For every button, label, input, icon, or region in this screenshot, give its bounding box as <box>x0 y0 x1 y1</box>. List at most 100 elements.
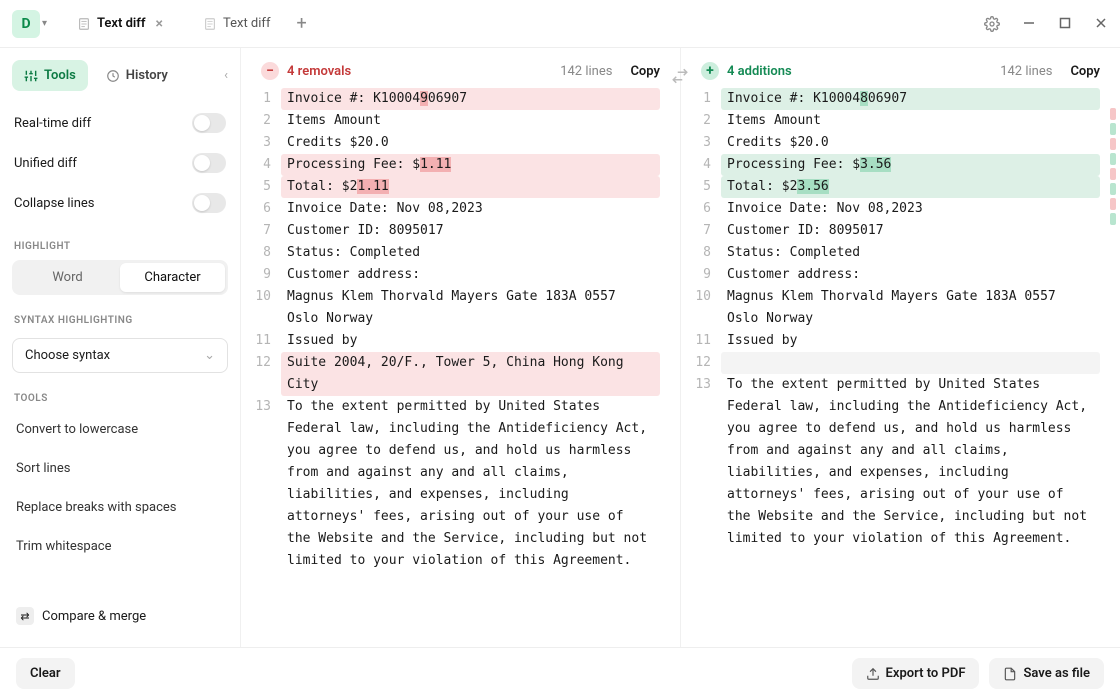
tool-trim-whitespace[interactable]: Trim whitespace <box>12 529 228 564</box>
line-text[interactable]: Processing Fee: $3.56 <box>721 154 1100 176</box>
document-icon <box>77 17 91 31</box>
copy-right-button[interactable]: Copy <box>1070 64 1100 79</box>
tab-label: Text diff <box>223 16 270 31</box>
syntax-select[interactable]: Choose syntax ⌄ <box>12 338 228 373</box>
code-line: 8Status: Completed <box>681 242 1100 264</box>
compare-icon: ⇄ <box>16 607 34 625</box>
line-text[interactable]: Credits $20.0 <box>281 132 660 154</box>
line-text[interactable]: Status: Completed <box>281 242 660 264</box>
swap-button[interactable] <box>668 64 692 88</box>
highlight-character[interactable]: Character <box>120 263 225 292</box>
code-line: 4Processing Fee: $3.56 <box>681 154 1100 176</box>
export-pdf-button[interactable]: Export to PDF <box>852 658 980 689</box>
line-text[interactable]: Invoice Date: Nov 08,2023 <box>281 198 660 220</box>
sidebar: Tools History ‹ Real-time diff Unified d… <box>0 48 240 647</box>
save-file-button[interactable]: Save as file <box>989 658 1104 689</box>
line-text[interactable]: Total: $21.11 <box>281 176 660 198</box>
line-text[interactable]: Total: $23.56 <box>721 176 1100 198</box>
collapse-toggle[interactable] <box>192 193 226 213</box>
line-number: 2 <box>241 110 281 132</box>
line-text[interactable]: Credits $20.0 <box>721 132 1100 154</box>
highlight-segmented: Word Character <box>12 260 228 295</box>
line-number: 4 <box>681 154 721 176</box>
line-text[interactable]: Status: Completed <box>721 242 1100 264</box>
plus-icon: + <box>701 62 719 80</box>
unified-toggle[interactable] <box>192 153 226 173</box>
history-tab[interactable]: History <box>94 60 180 91</box>
tab-label: Text diff <box>97 16 146 31</box>
line-number: 5 <box>681 176 721 198</box>
code-line: 13To the extent permitted by United Stat… <box>241 396 660 572</box>
line-text[interactable]: To the extent permitted by United States… <box>281 396 660 572</box>
line-text[interactable]: Invoice Date: Nov 08,2023 <box>721 198 1100 220</box>
app-menu-chevron-icon[interactable]: ▾ <box>42 18 47 29</box>
option-collapse-lines: Collapse lines <box>12 185 228 221</box>
tools-tab[interactable]: Tools <box>12 60 88 91</box>
line-number: 6 <box>681 198 721 220</box>
realtime-toggle[interactable] <box>192 113 226 133</box>
code-line: 6Invoice Date: Nov 08,2023 <box>241 198 660 220</box>
line-number: 10 <box>241 286 281 330</box>
line-text[interactable]: Items Amount <box>721 110 1100 132</box>
new-tab-button[interactable]: + <box>296 13 306 34</box>
right-code[interactable]: 1Invoice #: K100048069072Items Amount3Cr… <box>681 88 1120 647</box>
line-text[interactable]: Invoice #: K10004806907 <box>721 88 1100 110</box>
line-text[interactable]: Customer ID: 8095017 <box>281 220 660 242</box>
line-text[interactable]: Magnus Klem Thorvald Mayers Gate 183A 05… <box>721 286 1100 330</box>
line-number: 10 <box>681 286 721 330</box>
file-icon <box>1003 667 1017 681</box>
line-number: 9 <box>241 264 281 286</box>
code-line: 4Processing Fee: $1.11 <box>241 154 660 176</box>
left-code[interactable]: 1Invoice #: K100049069072Items Amount3Cr… <box>241 88 680 647</box>
highlight-section-label: HIGHLIGHT <box>12 235 228 256</box>
line-number: 8 <box>681 242 721 264</box>
code-line: 8Status: Completed <box>241 242 660 264</box>
code-line: 11Issued by <box>241 330 660 352</box>
line-text[interactable]: To the extent permitted by United States… <box>721 374 1100 550</box>
line-text[interactable]: Items Amount <box>281 110 660 132</box>
line-number: 6 <box>241 198 281 220</box>
sliders-icon <box>24 69 38 83</box>
code-line: 1Invoice #: K10004806907 <box>681 88 1100 110</box>
line-number: 3 <box>241 132 281 154</box>
line-text[interactable]: Issued by <box>281 330 660 352</box>
code-line: 12 <box>681 352 1100 374</box>
compare-merge-button[interactable]: ⇄ Compare & merge <box>12 597 228 635</box>
code-line: 9Customer address: <box>681 264 1100 286</box>
tab-text-diff-2[interactable]: Text diff <box>193 10 280 37</box>
line-text[interactable]: Suite 2004, 20/F., Tower 5, China Hong K… <box>281 352 660 396</box>
app-icon[interactable]: D <box>12 10 40 38</box>
line-number: 7 <box>681 220 721 242</box>
line-text[interactable]: Invoice #: K10004906907 <box>281 88 660 110</box>
tools-section-label: TOOLS <box>12 387 228 408</box>
code-line: 10Magnus Klem Thorvald Mayers Gate 183A … <box>681 286 1100 330</box>
close-icon[interactable]: × <box>156 16 163 32</box>
line-text[interactable] <box>721 352 1100 374</box>
minimap[interactable] <box>1110 108 1116 225</box>
line-text[interactable]: Issued by <box>721 330 1100 352</box>
left-line-count: 142 lines <box>560 64 612 79</box>
code-line: 3Credits $20.0 <box>681 132 1100 154</box>
tool-replace-breaks[interactable]: Replace breaks with spaces <box>12 490 228 525</box>
line-number: 11 <box>241 330 281 352</box>
copy-left-button[interactable]: Copy <box>630 64 660 79</box>
upload-icon <box>866 667 880 681</box>
tool-convert-lowercase[interactable]: Convert to lowercase <box>12 412 228 447</box>
chevron-left-icon[interactable]: ‹ <box>224 68 228 83</box>
tool-sort-lines[interactable]: Sort lines <box>12 451 228 486</box>
code-line: 13To the extent permitted by United Stat… <box>681 374 1100 550</box>
minimize-button[interactable] <box>1022 16 1036 32</box>
line-text[interactable]: Customer address: <box>281 264 660 286</box>
line-text[interactable]: Customer address: <box>721 264 1100 286</box>
tab-text-diff-1[interactable]: Text diff × <box>67 10 173 38</box>
settings-icon[interactable] <box>984 16 1000 32</box>
line-text[interactable]: Customer ID: 8095017 <box>721 220 1100 242</box>
highlight-word[interactable]: Word <box>15 263 120 292</box>
maximize-button[interactable] <box>1058 16 1072 32</box>
line-text[interactable]: Magnus Klem Thorvald Mayers Gate 183A 05… <box>281 286 660 330</box>
code-line: 1Invoice #: K10004906907 <box>241 88 660 110</box>
titlebar: D ▾ Text diff × Text diff + <box>0 0 1120 48</box>
close-button[interactable] <box>1094 16 1108 32</box>
line-text[interactable]: Processing Fee: $1.11 <box>281 154 660 176</box>
clear-button[interactable]: Clear <box>16 658 75 689</box>
